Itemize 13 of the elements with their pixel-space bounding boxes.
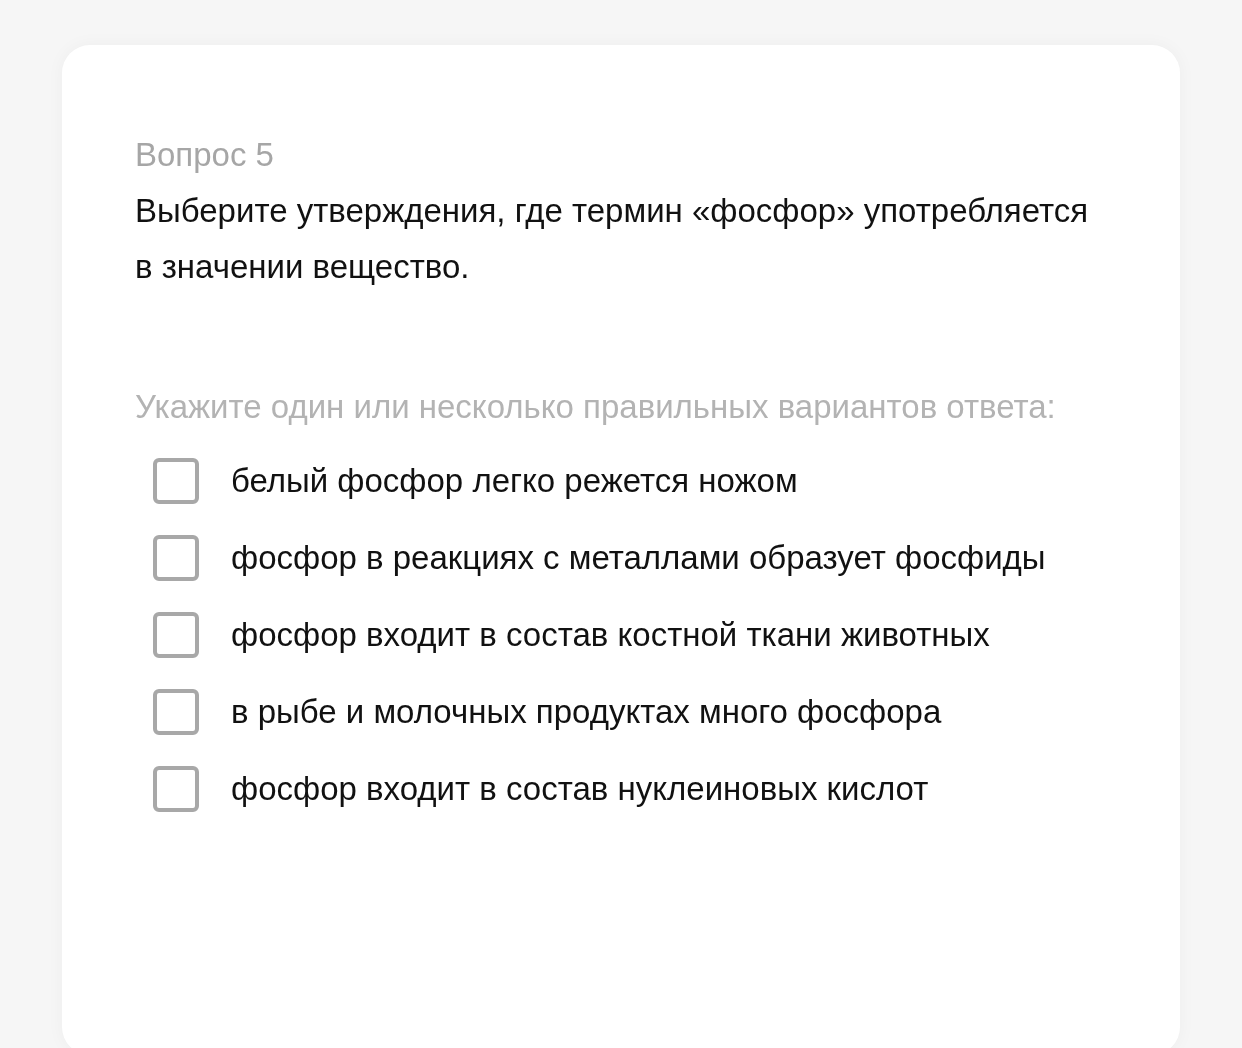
option-label[interactable]: в рыбе и молочных продуктах много фосфора — [231, 684, 1081, 739]
answer-hint: Укажите один или несколько правильных вариантов ответа: — [135, 387, 1057, 427]
option-label[interactable]: фосфор входит в состав костной ткани животных — [231, 607, 1081, 662]
checkbox[interactable] — [153, 535, 199, 581]
checkbox[interactable] — [153, 458, 199, 504]
checkbox[interactable] — [153, 612, 199, 658]
option-label[interactable]: белый фосфор легко режется ножом — [231, 453, 1081, 508]
option-label[interactable]: фосфор входит в состав нуклеиновых кислот — [231, 761, 1081, 816]
question-text: Выберите утверждения, где термин «фосфор» употребляется в значении вещество. — [135, 191, 1090, 287]
question-number: Вопрос 5 — [135, 135, 275, 175]
option-label[interactable]: фосфор в реакциях с металлами образует фосфиды — [231, 530, 1081, 585]
checkbox[interactable] — [153, 689, 199, 735]
checkbox[interactable] — [153, 766, 199, 812]
